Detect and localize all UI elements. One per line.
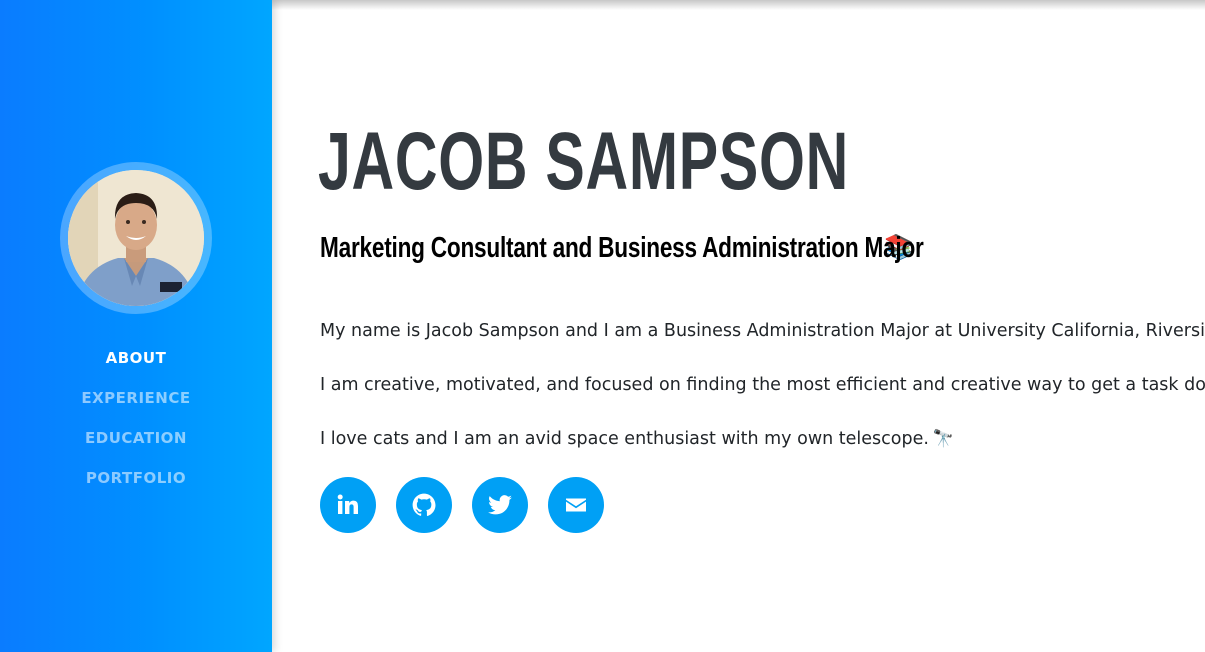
about-paragraph-1: My name is Jacob Sampson and I am a Busi… (320, 321, 1205, 341)
email-button[interactable] (548, 477, 604, 533)
github-icon (412, 493, 436, 516)
telescope-icon: 🔭 (932, 429, 955, 449)
avatar (68, 170, 204, 306)
github-button[interactable] (396, 477, 452, 533)
social-icons (320, 477, 604, 533)
twitter-icon (488, 495, 512, 515)
about-paragraph-2: I am creative, motivated, and focused on… (320, 375, 1205, 395)
about-section: JACOB SAMPSON Marketing Consultant and B… (318, 0, 1205, 652)
linkedin-icon (337, 494, 358, 514)
top-shadow (272, 0, 1205, 10)
sidebar: ABOUT EXPERIENCE EDUCATION PORTFOLIO (0, 0, 272, 652)
page-title: JACOB SAMPSON (318, 116, 849, 207)
nav-item-about[interactable]: ABOUT (0, 340, 272, 380)
avatar-ring (60, 162, 212, 314)
nav-item-experience[interactable]: EXPERIENCE (0, 380, 272, 420)
subtitle-text: Marketing Consultant and Business Admini… (320, 231, 924, 264)
avatar-photo (68, 170, 204, 306)
linkedin-button[interactable] (320, 477, 376, 533)
nav-item-portfolio[interactable]: PORTFOLIO (0, 460, 272, 500)
nav-item-education[interactable]: EDUCATION (0, 420, 272, 460)
envelope-icon (566, 498, 586, 512)
about-paragraph-3-text: I love cats and I am an avid space enthu… (320, 429, 929, 449)
twitter-button[interactable] (472, 477, 528, 533)
subtitle: Marketing Consultant and Business Admini… (320, 228, 924, 268)
about-paragraph-3: I love cats and I am an avid space enthu… (320, 427, 1205, 451)
nav-menu: ABOUT EXPERIENCE EDUCATION PORTFOLIO (0, 340, 272, 500)
